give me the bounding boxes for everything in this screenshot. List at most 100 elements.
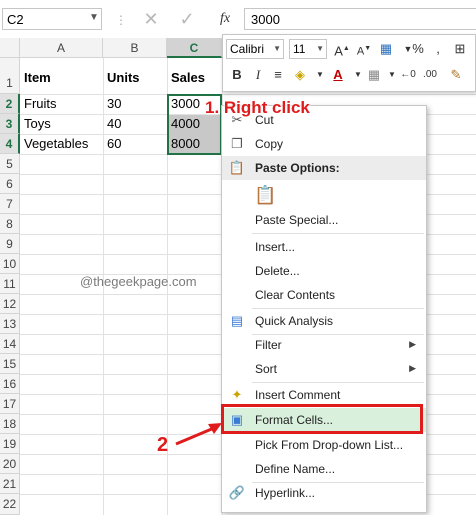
cell-b4[interactable]: 60 bbox=[104, 136, 121, 151]
row-header-17[interactable]: 17 bbox=[0, 394, 20, 414]
increase-decimal-icon[interactable]: ←0 bbox=[397, 64, 419, 86]
row-header-19[interactable]: 19 bbox=[0, 434, 20, 454]
clipboard-icon: 📋 bbox=[228, 160, 246, 175]
formula-value: 3000 bbox=[251, 12, 280, 27]
cancel-x-icon[interactable]: ✕ bbox=[140, 8, 162, 30]
currency-format-icon[interactable]: ▦ bbox=[375, 38, 397, 60]
menu-item-label: Insert... bbox=[255, 240, 296, 254]
menu-item-clear-contents[interactable]: Clear Contents bbox=[222, 283, 426, 307]
format-painter-icon[interactable]: ⊞ bbox=[449, 38, 471, 60]
context-menu: ✂ Cut ❐ Copy 📋 Paste Options: 📋 Paste Sp… bbox=[221, 105, 427, 513]
row-header-20[interactable]: 20 bbox=[0, 454, 20, 474]
row-header-1[interactable]: 1 bbox=[0, 58, 20, 94]
formula-bar: C2 ▼ ⋮ ✕ ✓ fx 3000 bbox=[0, 0, 476, 38]
column-header-c[interactable]: C bbox=[167, 38, 222, 58]
row-header-15[interactable]: 15 bbox=[0, 354, 20, 374]
menu-section-paste-options: 📋 Paste Options: bbox=[222, 156, 426, 180]
align-center-icon[interactable]: ≡ bbox=[267, 64, 289, 86]
row-header-14[interactable]: 14 bbox=[0, 334, 20, 354]
row-header-13[interactable]: 13 bbox=[0, 314, 20, 334]
menu-item-hyperlink[interactable]: 🔗 Hyperlink... bbox=[222, 481, 426, 505]
gridline bbox=[20, 94, 476, 95]
font-name-value: Calibri bbox=[230, 42, 265, 56]
menu-item-label: Pick From Drop-down List... bbox=[255, 438, 404, 452]
menu-item-delete[interactable]: Delete... bbox=[222, 259, 426, 283]
cell-a2[interactable]: Fruits bbox=[21, 96, 57, 111]
menu-item-label: Paste Special... bbox=[255, 213, 339, 227]
watermark-text: @thegeekpage.com bbox=[80, 274, 197, 289]
menu-item-label: Define Name... bbox=[255, 462, 336, 476]
name-box-value: C2 bbox=[7, 12, 24, 27]
menu-separator bbox=[252, 233, 424, 234]
chevron-down-icon[interactable]: ▼ bbox=[89, 12, 99, 23]
select-all-corner[interactable] bbox=[0, 38, 20, 58]
hyperlink-icon: 🔗 bbox=[228, 485, 246, 500]
decrease-font-size-icon[interactable]: A▼ bbox=[353, 38, 375, 60]
row-header-16[interactable]: 16 bbox=[0, 374, 20, 394]
menu-section-label: Paste Options: bbox=[255, 161, 340, 175]
font-size-value: 11 bbox=[293, 42, 306, 56]
cell-b2[interactable]: 30 bbox=[104, 96, 121, 111]
row-header-8[interactable]: 8 bbox=[0, 214, 20, 234]
row-header-6[interactable]: 6 bbox=[0, 174, 20, 194]
column-header-a[interactable]: A bbox=[20, 38, 103, 58]
cell-a4[interactable]: Vegetables bbox=[21, 136, 88, 151]
cell-b3[interactable]: 40 bbox=[104, 116, 121, 131]
row-header-18[interactable]: 18 bbox=[0, 414, 20, 434]
chevron-down-icon: ▼ bbox=[273, 44, 281, 53]
row-header-22[interactable]: 22 bbox=[0, 494, 20, 515]
decrease-decimal-icon[interactable]: .00 bbox=[419, 64, 441, 86]
vertical-dots-icon: ⋮ bbox=[115, 13, 127, 27]
row-header-10[interactable]: 10 bbox=[0, 254, 20, 274]
row-header-2[interactable]: 2 bbox=[0, 94, 20, 114]
menu-item-copy[interactable]: ❐ Copy bbox=[222, 132, 426, 156]
row-header-21[interactable]: 21 bbox=[0, 474, 20, 494]
menu-item-label: Clear Contents bbox=[255, 288, 336, 302]
menu-item-label: Sort bbox=[255, 362, 278, 376]
menu-item-label: Quick Analysis bbox=[255, 314, 334, 328]
menu-item-filter[interactable]: Filter ▶ bbox=[222, 333, 426, 357]
menu-item-insert[interactable]: Insert... bbox=[222, 235, 426, 259]
row-header-12[interactable]: 12 bbox=[0, 294, 20, 314]
font-name-box[interactable]: Calibri ▼ bbox=[226, 39, 284, 59]
fill-color-icon[interactable]: ◈ bbox=[289, 64, 311, 86]
mini-toolbar: Calibri ▼ 11 ▼ A▲ A▼ ▦ ▼ % , ⊞ B I ≡ ◈ ▼… bbox=[222, 34, 476, 92]
menu-item-label: Filter bbox=[255, 338, 282, 352]
annotation-arrow bbox=[175, 423, 222, 446]
arrow-shaft bbox=[175, 426, 215, 446]
fx-icon[interactable]: fx bbox=[214, 8, 236, 30]
row-header-5[interactable]: 5 bbox=[0, 154, 20, 174]
increase-font-size-icon[interactable]: A▲ bbox=[331, 38, 353, 60]
percent-style-icon[interactable]: % bbox=[407, 38, 429, 60]
submenu-arrow-icon: ▶ bbox=[409, 339, 416, 349]
menu-item-sort[interactable]: Sort ▶ bbox=[222, 357, 426, 381]
menu-item-paste-special[interactable]: Paste Special... bbox=[222, 208, 426, 232]
row-header-7[interactable]: 7 bbox=[0, 194, 20, 214]
cell-b1[interactable]: Units bbox=[104, 70, 140, 85]
column-header-b[interactable]: B bbox=[103, 38, 167, 58]
checkmark-icon[interactable]: ✓ bbox=[176, 8, 198, 30]
cell-a1[interactable]: Item bbox=[21, 70, 51, 85]
menu-item-pick-from-dropdown[interactable]: Pick From Drop-down List... bbox=[222, 433, 426, 457]
menu-item-label: Copy bbox=[255, 137, 284, 151]
menu-item-label: Insert Comment bbox=[255, 388, 341, 402]
italic-icon[interactable]: I bbox=[247, 64, 269, 86]
row-header-4[interactable]: 4 bbox=[0, 134, 20, 154]
clipboard-paste-icon: 📋 bbox=[254, 185, 277, 205]
submenu-arrow-icon: ▶ bbox=[409, 363, 416, 373]
formula-input[interactable]: 3000 bbox=[244, 8, 476, 30]
comma-style-icon[interactable]: , bbox=[427, 38, 449, 60]
row-header-3[interactable]: 3 bbox=[0, 114, 20, 134]
cell-c1[interactable]: Sales bbox=[168, 70, 205, 85]
font-size-box[interactable]: 11 ▼ bbox=[289, 39, 327, 59]
bold-icon[interactable]: B bbox=[226, 64, 248, 86]
cell-a3[interactable]: Toys bbox=[21, 116, 51, 131]
menu-item-quick-analysis[interactable]: ▤ Quick Analysis bbox=[222, 309, 426, 333]
font-color-icon[interactable]: A bbox=[327, 64, 349, 86]
row-header-11[interactable]: 11 bbox=[0, 274, 20, 294]
format-painter-brush-icon[interactable]: ✎ bbox=[445, 64, 467, 86]
menu-item-define-name[interactable]: Define Name... bbox=[222, 457, 426, 481]
copy-icon: ❐ bbox=[231, 136, 243, 151]
row-header-9[interactable]: 9 bbox=[0, 234, 20, 254]
name-box[interactable]: C2 ▼ bbox=[2, 8, 102, 30]
